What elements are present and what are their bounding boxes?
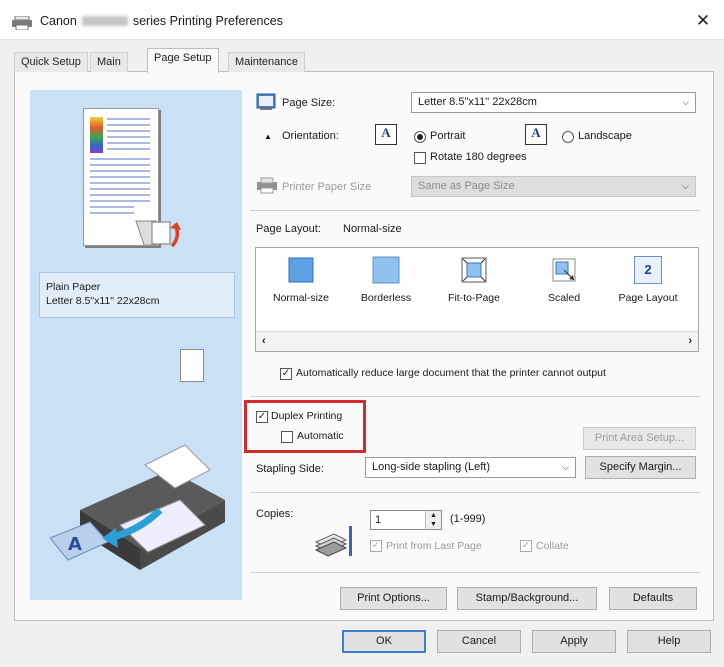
- scaled-icon: [550, 256, 578, 284]
- duplex-highlight-box: [244, 400, 366, 453]
- printer-paper-size-label: Printer Paper Size: [282, 181, 372, 193]
- copies-spinbox[interactable]: 1 ▲ ▼: [370, 510, 442, 530]
- page-size-select[interactable]: Letter 8.5"x11" 22x28cm ⌵: [411, 92, 696, 113]
- printer-paper-size-icon: [256, 177, 278, 194]
- auto-reduce-label: Automatically reduce large document that…: [296, 367, 606, 379]
- layout-horizontal-scrollbar[interactable]: ‹ ›: [256, 331, 698, 351]
- page-layout-icon: 2: [634, 256, 662, 284]
- scroll-left-icon[interactable]: ‹: [262, 335, 266, 347]
- layout-item-borderless[interactable]: Borderless: [346, 256, 426, 316]
- copies-label: Copies:: [256, 508, 294, 520]
- fit-to-page-icon: [460, 256, 488, 284]
- copies-value: 1: [375, 514, 382, 526]
- borderless-icon: [372, 256, 400, 284]
- divider: [250, 210, 700, 211]
- title-brand: Canon: [40, 14, 77, 28]
- auto-reduce-checkbox[interactable]: ✓: [280, 368, 292, 380]
- landscape-radio[interactable]: [562, 131, 574, 143]
- landscape-label: Landscape: [578, 130, 632, 142]
- paper-info-box: Plain Paper Letter 8.5"x11" 22x28cm: [39, 272, 235, 318]
- layout-label: Page Layout: [618, 292, 678, 304]
- page-size-value: Letter 8.5"x11" 22x28cm: [418, 96, 537, 108]
- printer-paper-size-value: Same as Page Size: [418, 180, 515, 192]
- stapling-side-select[interactable]: Long-side stapling (Left) ⌵: [365, 457, 576, 478]
- specify-margin-button[interactable]: Specify Margin...: [585, 456, 696, 479]
- portrait-label: Portrait: [430, 130, 466, 142]
- spin-buttons[interactable]: ▲ ▼: [425, 511, 441, 529]
- close-button[interactable]: ✕: [688, 8, 718, 34]
- rotate-180-label: Rotate 180 degrees: [430, 151, 527, 163]
- divider: [250, 492, 700, 493]
- tab-maintenance[interactable]: Maintenance: [228, 52, 305, 72]
- media-type-text: Plain Paper: [46, 281, 101, 293]
- tab-page-setup[interactable]: Page Setup: [147, 48, 219, 73]
- copies-range-label: (1-999): [450, 513, 486, 525]
- layout-label: Fit-to-Page: [448, 292, 500, 304]
- help-button[interactable]: Help: [627, 630, 711, 653]
- layout-item-normal-size[interactable]: Normal-size: [261, 256, 341, 316]
- page-size-label: Page Size:: [282, 97, 336, 109]
- layout-label: Scaled: [547, 292, 581, 304]
- defaults-button[interactable]: Defaults: [609, 587, 697, 610]
- tab-main[interactable]: Main: [90, 52, 128, 72]
- orientation-label: Orientation:: [282, 130, 339, 142]
- rotate-180-checkbox[interactable]: [414, 152, 426, 164]
- ok-button[interactable]: OK: [342, 630, 426, 653]
- chevron-down-icon: ⌵: [562, 462, 569, 472]
- portrait-radio[interactable]: [414, 131, 426, 143]
- page-preview: [83, 108, 159, 246]
- duplex-printing-label: Duplex Printing: [271, 410, 343, 422]
- cancel-button[interactable]: Cancel: [437, 630, 521, 653]
- print-from-last-page-checkbox[interactable]: ✓: [370, 540, 382, 552]
- layout-label: Borderless: [360, 292, 412, 304]
- svg-text:A: A: [68, 534, 82, 555]
- divider: [250, 572, 700, 573]
- page-turn-icon: [150, 220, 190, 250]
- copies-stack-icon: [314, 522, 354, 560]
- normal-size-icon: [287, 256, 315, 284]
- collate-label: Collate: [536, 540, 569, 552]
- automatic-label: Automatic: [297, 430, 344, 442]
- printer-paper-size-select[interactable]: Same as Page Size ⌵: [411, 176, 696, 197]
- print-area-setup-button[interactable]: Print Area Setup...: [583, 427, 696, 450]
- print-from-last-page-label: Print from Last Page: [386, 540, 482, 552]
- stapling-side-label: Stapling Side:: [256, 463, 324, 475]
- stamp-background-button[interactable]: Stamp/Background...: [457, 587, 597, 610]
- chevron-down-icon: ⌵: [682, 181, 689, 191]
- tab-quick-setup[interactable]: Quick Setup: [14, 52, 88, 72]
- paper-orientation-icon: [180, 349, 204, 382]
- printer-app-icon: [12, 15, 32, 31]
- window-title: Canon series Printing Preferences: [40, 14, 283, 28]
- orientation-bullet-icon: ▲: [264, 132, 272, 141]
- printer-duplex-illustration-icon: A: [49, 430, 235, 580]
- landscape-icon: A: [525, 124, 547, 145]
- duplex-printing-checkbox[interactable]: ✓: [256, 411, 268, 423]
- page-layout-current: Normal-size: [343, 223, 402, 235]
- page-size-icon: [256, 93, 276, 111]
- automatic-checkbox[interactable]: [281, 431, 293, 443]
- title-suffix: series Printing Preferences: [132, 14, 283, 28]
- page-layout-label: Page Layout:: [256, 223, 321, 235]
- tab-strip: Quick Setup Main Page Setup Maintenance: [14, 48, 714, 73]
- scroll-right-icon[interactable]: ›: [688, 335, 692, 347]
- layout-item-page-layout[interactable]: 2 Page Layout: [608, 256, 688, 316]
- title-bar: Canon series Printing Preferences ✕: [0, 0, 724, 40]
- layout-label: Normal-size: [272, 292, 329, 304]
- collate-checkbox[interactable]: ✓: [520, 540, 532, 552]
- paper-size-text: Letter 8.5"x11" 22x28cm: [46, 295, 160, 307]
- layout-item-fit-to-page[interactable]: Fit-to-Page: [434, 256, 514, 316]
- layout-item-scaled[interactable]: Scaled: [524, 256, 604, 316]
- apply-button[interactable]: Apply: [532, 630, 616, 653]
- chevron-down-icon: ⌵: [682, 97, 689, 107]
- divider: [250, 396, 700, 397]
- stapling-side-value: Long-side stapling (Left): [372, 461, 491, 473]
- print-options-button[interactable]: Print Options...: [340, 587, 447, 610]
- portrait-icon: A: [375, 124, 397, 145]
- model-name-redacted: [81, 16, 128, 26]
